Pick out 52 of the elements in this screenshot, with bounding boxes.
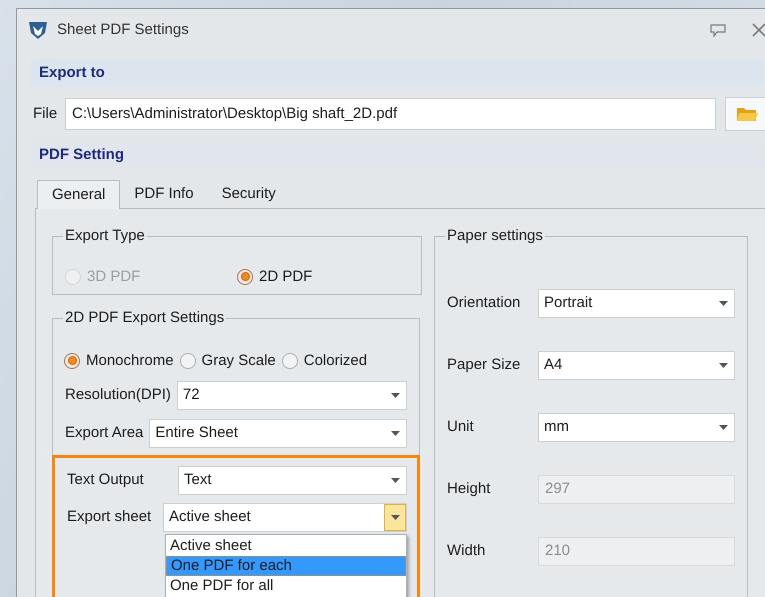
field-label: File	[32, 104, 58, 124]
dropdown[interactable]: 72	[176, 381, 407, 410]
app-logo-icon	[27, 19, 49, 41]
dropdown[interactable]: Portrait	[538, 288, 735, 318]
field-label: Paper Size	[447, 354, 522, 375]
window-title: Sheet PDF Settings	[57, 20, 190, 40]
field-label: Text Output	[67, 470, 145, 490]
file-path-field[interactable]: C:\Users\Administrator\Desktop\Big shaft_2D.pdf	[65, 98, 716, 130]
tab[interactable]: General	[37, 180, 120, 209]
dropdown-option[interactable]: One PDF for each	[166, 556, 406, 576]
dropdown[interactable]: Text	[178, 466, 407, 495]
radio-button[interactable]	[180, 352, 196, 369]
folder-icon	[736, 106, 758, 122]
field-label: Orientation	[447, 292, 522, 313]
caret-icon	[718, 424, 728, 430]
dropdown-option[interactable]: Active sheet	[166, 536, 406, 556]
radio-button[interactable]	[237, 268, 253, 285]
caret-icon	[390, 515, 400, 520]
radio-label: Gray Scale	[202, 350, 276, 370]
dropdown[interactable]: Entire Sheet	[149, 419, 407, 448]
radio-button[interactable]	[282, 352, 298, 369]
dropdown[interactable]: A4	[538, 350, 735, 380]
group-title: 2D PDF Export Settings	[64, 308, 226, 328]
section-title: PDF Setting	[39, 144, 124, 165]
tab[interactable]: Security	[208, 181, 290, 208]
radio-label: 3D PDF	[87, 266, 140, 286]
caret-icon	[718, 300, 728, 306]
field-label: Export sheet	[67, 507, 152, 528]
field-label: Unit	[447, 416, 475, 437]
radio-label: Colorized	[304, 350, 368, 370]
dropdown-option[interactable]: One PDF for all	[166, 576, 406, 596]
field-label: Width	[447, 540, 486, 561]
radio-button[interactable]	[64, 352, 80, 369]
browse-button[interactable]	[725, 97, 765, 131]
radio-label: 2D PDF	[259, 266, 312, 286]
section-title: Export to	[39, 62, 105, 83]
dropdown[interactable]: Active sheet	[163, 503, 407, 532]
field-label: Height	[447, 478, 492, 499]
group-title: Export Type	[64, 226, 146, 246]
dropdown[interactable]: mm	[538, 412, 735, 442]
close-icon[interactable]	[752, 23, 765, 37]
caret-icon	[718, 362, 728, 368]
field-label: Export Area	[65, 423, 144, 444]
dropdown-button[interactable]	[384, 504, 406, 531]
field-label: Resolution(DPI)	[65, 385, 172, 406]
caret-icon	[390, 478, 400, 483]
radio-label: Monochrome	[86, 350, 174, 370]
group-title: Paper settings	[446, 226, 544, 246]
speech-bubble-icon[interactable]	[710, 24, 726, 36]
caret-icon	[390, 431, 400, 436]
caret-icon	[390, 393, 400, 398]
tab[interactable]: PDF Info	[120, 181, 208, 208]
